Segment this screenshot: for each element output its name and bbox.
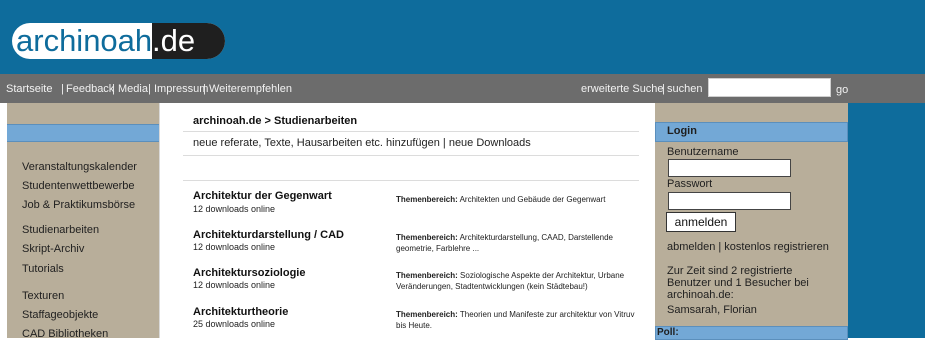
category-title[interactable]: Architekturtheorie (193, 306, 288, 318)
category-title[interactable]: Architekturdarstellung / CAD (193, 229, 344, 241)
nav-separator: | (148, 83, 151, 95)
sidebar-item-jobboerse[interactable]: Job & Praktikumsbörse (22, 198, 135, 212)
nav-impressum[interactable]: Impressum (154, 81, 208, 97)
login-button[interactable]: anmelden (666, 212, 736, 232)
category-description: Themenbereich: Theorien und Manifeste zu… (396, 310, 635, 330)
password-label: Passwort (667, 178, 713, 190)
online-users-text: Zur Zeit sind 2 registrierte Benutzer un… (667, 265, 809, 301)
category-downloads: 12 downloads online (193, 204, 276, 214)
category-downloads: 25 downloads online (193, 319, 276, 329)
divider (183, 180, 639, 181)
category-title[interactable]: Architektursoziologie (193, 267, 305, 279)
sidebar-item-veranstaltungskalender[interactable]: Veranstaltungskalender (22, 160, 137, 174)
login-title: Login (667, 125, 697, 137)
poll-title: Poll: (657, 327, 679, 338)
sidebar-item-staffageobjekte[interactable]: Staffageobjekte (22, 308, 98, 322)
username-label: Benutzername (667, 146, 739, 158)
sidebar-item-studienarbeiten[interactable]: Studienarbeiten (22, 223, 99, 237)
category-description: Themenbereich: Architekturdarstellung, C… (396, 233, 613, 253)
category-description: Themenbereich: Soziologische Aspekte der… (396, 271, 625, 291)
sidebar-item-skript-archiv[interactable]: Skript-Archiv (22, 242, 84, 256)
column-divider (159, 103, 160, 338)
left-sidebar-header (7, 124, 159, 142)
sidebar-item-cad-bibliotheken[interactable]: CAD Bibliotheken (22, 327, 108, 341)
nav-separator: | (662, 83, 665, 95)
password-input[interactable] (668, 192, 791, 210)
go-button[interactable]: go (836, 82, 848, 98)
nav-separator: | (61, 83, 64, 95)
nav-feedback[interactable]: Feedback (66, 81, 114, 97)
category-title[interactable]: Architektur der Gegenwart (193, 190, 332, 202)
nav-advanced-search[interactable]: erweiterte Suche (581, 81, 664, 97)
divider (183, 155, 639, 156)
category-description: Themenbereich: Architekten und Gebäude d… (396, 195, 606, 204)
nav-separator: | (112, 83, 115, 95)
nav-media[interactable]: Media (118, 81, 148, 97)
sidebar-item-tutorials[interactable]: Tutorials (22, 262, 64, 276)
main-actions-links[interactable]: neue referate, Texte, Hausarbeiten etc. … (193, 137, 531, 149)
category-downloads: 12 downloads online (193, 242, 276, 252)
online-users-list: Samsarah, Florian (667, 304, 757, 316)
nav-weiterempfehlen[interactable]: Weiterempfehlen (209, 81, 292, 97)
search-input[interactable] (708, 78, 831, 97)
login-links[interactable]: abmelden | kostenlos registrieren (667, 241, 829, 253)
nav-startseite[interactable]: Startseite (6, 81, 52, 97)
category-downloads: 12 downloads online (193, 280, 276, 290)
right-margin (848, 103, 925, 338)
username-input[interactable] (668, 159, 791, 177)
divider (183, 131, 639, 132)
logo-name: archinoah (16, 23, 153, 58)
sidebar-item-texturen[interactable]: Texturen (22, 289, 64, 303)
nav-separator: | (203, 83, 206, 95)
breadcrumb: archinoah.de > Studienarbeiten (193, 115, 358, 127)
sidebar-item-studentenwettbewerbe[interactable]: Studentenwettbewerbe (22, 179, 135, 193)
nav-search[interactable]: suchen (667, 81, 702, 97)
logo-tld: .de (152, 23, 196, 58)
